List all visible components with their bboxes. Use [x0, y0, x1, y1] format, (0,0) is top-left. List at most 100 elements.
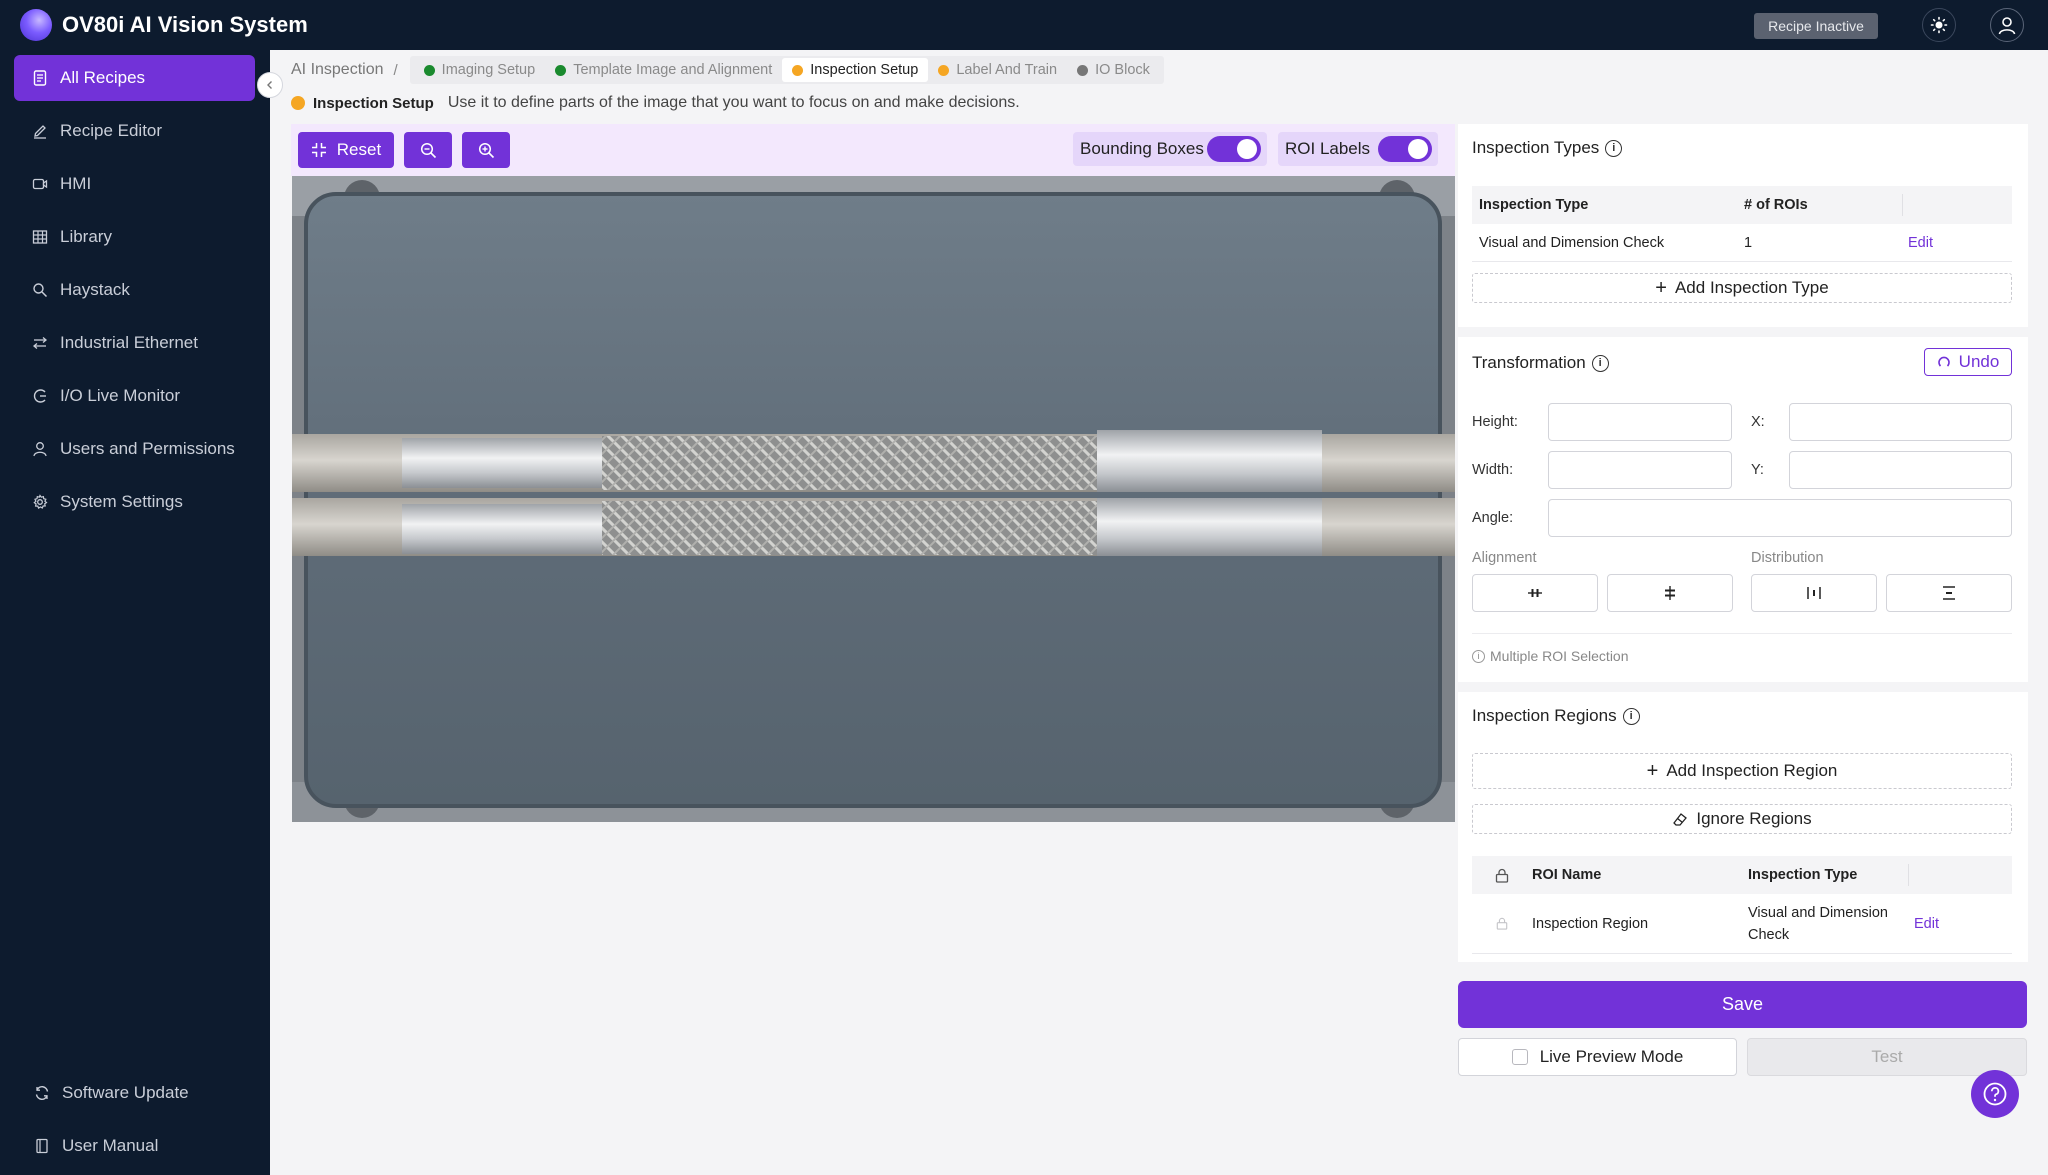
save-button[interactable]: Save [1458, 981, 2027, 1028]
sidebar-item-label: Library [60, 227, 112, 246]
user-icon [1998, 17, 2016, 35]
sidebar-item-software-update[interactable]: Software Update [14, 1070, 255, 1116]
refresh-icon [35, 1086, 49, 1100]
info-icon[interactable]: i [1622, 707, 1640, 725]
tab-io-block[interactable]: IO Block [1067, 58, 1160, 82]
tab-label: Label And Train [956, 62, 1058, 78]
breadcrumb-root[interactable]: AI Inspection [291, 61, 384, 79]
height-input[interactable] [1548, 403, 1732, 441]
sidebar-item-label: Industrial Ethernet [60, 333, 198, 352]
reset-button[interactable]: Reset [298, 132, 394, 168]
distribution-label: Distribution [1751, 550, 1824, 566]
chevron-left-icon [267, 81, 272, 89]
ignore-regions-button[interactable]: Ignore Regions [1472, 804, 2012, 834]
sidebar-item-system-settings[interactable]: System Settings [14, 479, 255, 525]
tab-imaging-setup[interactable]: Imaging Setup [414, 58, 546, 82]
bounding-boxes-label: Bounding Boxes [1080, 139, 1204, 158]
status-dot [938, 64, 950, 76]
test-button[interactable]: Test [1747, 1038, 2027, 1076]
add-inspection-type-button[interactable]: + Add Inspection Type [1472, 273, 2012, 303]
step-tabs: Imaging Setup Template Image and Alignme… [409, 56, 1164, 84]
align-horizontal-center-button[interactable] [1472, 574, 1598, 612]
reset-label: Reset [336, 140, 382, 159]
status-dot [1077, 64, 1089, 76]
sidebar-item-label: Users and Permissions [60, 439, 235, 458]
panel-title-text: Inspection Types [1472, 138, 1600, 157]
info-icon[interactable]: i [1605, 139, 1623, 157]
sidebar-item-label: Haystack [60, 280, 130, 299]
sidebar-item-label: System Settings [60, 492, 183, 511]
undo-button[interactable]: Undo [1924, 348, 2012, 376]
inspection-regions-title: Inspection Regions i [1472, 706, 1640, 726]
distribute-vertical-button[interactable] [1886, 574, 2012, 612]
canvas-toolbar: Reset Bounding Boxes ROI Labels [291, 124, 1455, 176]
live-preview-mode-button[interactable]: Live Preview Mode [1458, 1038, 1737, 1076]
table-row: Visual and Dimension Check 1 Edit [1472, 224, 2012, 262]
width-input[interactable] [1548, 451, 1732, 489]
zoom-in-button[interactable] [462, 132, 510, 168]
help-icon [1983, 1082, 2007, 1106]
tab-label: Imaging Setup [441, 62, 536, 78]
angle-label: Angle: [1472, 510, 1514, 526]
sidebar-item-user-manual[interactable]: User Manual [14, 1123, 255, 1169]
help-button[interactable] [1971, 1070, 2019, 1118]
undo-label: Undo [1958, 352, 2000, 371]
alignment-label: Alignment [1472, 550, 1537, 566]
column-header: Inspection Type [1479, 197, 1589, 213]
sidebar-item-haystack[interactable]: Haystack [14, 267, 255, 313]
zoom-in-icon [478, 142, 494, 158]
inspection-image-canvas[interactable] [292, 176, 1455, 822]
add-inspection-region-button[interactable]: + Add Inspection Region [1472, 753, 2012, 789]
sidebar-item-industrial-ethernet[interactable]: Industrial Ethernet [14, 320, 255, 366]
add-inspection-type-label: Add Inspection Type [1674, 278, 1829, 297]
x-input[interactable] [1789, 403, 2012, 441]
roi-labels-switch[interactable] [1378, 136, 1432, 162]
sidebar-item-recipe-editor[interactable]: Recipe Editor [14, 108, 255, 154]
live-preview-checkbox[interactable] [1511, 1049, 1528, 1065]
angle-input[interactable] [1548, 499, 2012, 537]
tab-label: Template Image and Alignment [573, 62, 773, 78]
edit-roi-link[interactable]: Edit [1908, 916, 2012, 932]
undo-icon [1937, 356, 1950, 367]
gear-icon [33, 494, 48, 509]
sun-icon [1930, 16, 1948, 34]
monitor-icon [33, 389, 46, 403]
align-vertical-center-icon [1665, 586, 1675, 600]
sidebar-item-hmi[interactable]: HMI [14, 161, 255, 207]
theme-toggle-button[interactable] [1922, 8, 1956, 42]
inspection-types-panel: Inspection Types i Inspection Type # of … [1458, 124, 2028, 327]
tab-label-and-train[interactable]: Label And Train [928, 58, 1067, 82]
distribute-horizontal-button[interactable] [1751, 574, 1877, 612]
divider [1472, 633, 2012, 634]
user-menu-button[interactable] [1990, 8, 2024, 42]
lock-icon [1496, 917, 1508, 930]
info-icon[interactable]: i [1591, 354, 1609, 372]
recipe-status-badge: Recipe Inactive [1754, 13, 1878, 39]
y-input[interactable] [1789, 451, 2012, 489]
status-dot [291, 96, 305, 110]
table-row: Inspection Region Visual and Dimension C… [1472, 894, 2012, 954]
lock-toggle[interactable] [1472, 917, 1532, 930]
sidebar-item-label: Recipe Editor [60, 121, 163, 140]
sidebar-item-io-live-monitor[interactable]: I/O Live Monitor [14, 373, 255, 419]
x-label: X: [1751, 414, 1765, 430]
inspection-types-table: Inspection Type # of ROIs Visual and Dim… [1472, 186, 2012, 262]
zoom-out-button[interactable] [404, 132, 452, 168]
roi-inspection-type-cell: Visual and Dimension Check [1748, 904, 1888, 943]
align-vertical-center-button[interactable] [1607, 574, 1733, 612]
book-icon [36, 1138, 48, 1154]
cable-image [292, 176, 1455, 822]
sidebar-collapse-button[interactable] [257, 72, 283, 98]
lock-column-header [1472, 868, 1532, 883]
bounding-boxes-switch[interactable] [1207, 136, 1261, 162]
tab-inspection-setup[interactable]: Inspection Setup [782, 58, 929, 82]
sidebar-item-users-and-permissions[interactable]: Users and Permissions [14, 426, 255, 472]
eraser-icon [1673, 813, 1688, 826]
edit-inspection-type-link[interactable]: Edit [1902, 235, 2012, 251]
bounding-boxes-toggle-group: Bounding Boxes [1073, 132, 1267, 166]
sidebar-item-all-recipes[interactable]: All Recipes [14, 55, 255, 101]
video-icon [32, 178, 48, 190]
tab-template-image-and-alignment[interactable]: Template Image and Alignment [545, 58, 782, 82]
column-header: # of ROIs [1744, 197, 1808, 213]
sidebar-item-library[interactable]: Library [14, 214, 255, 260]
